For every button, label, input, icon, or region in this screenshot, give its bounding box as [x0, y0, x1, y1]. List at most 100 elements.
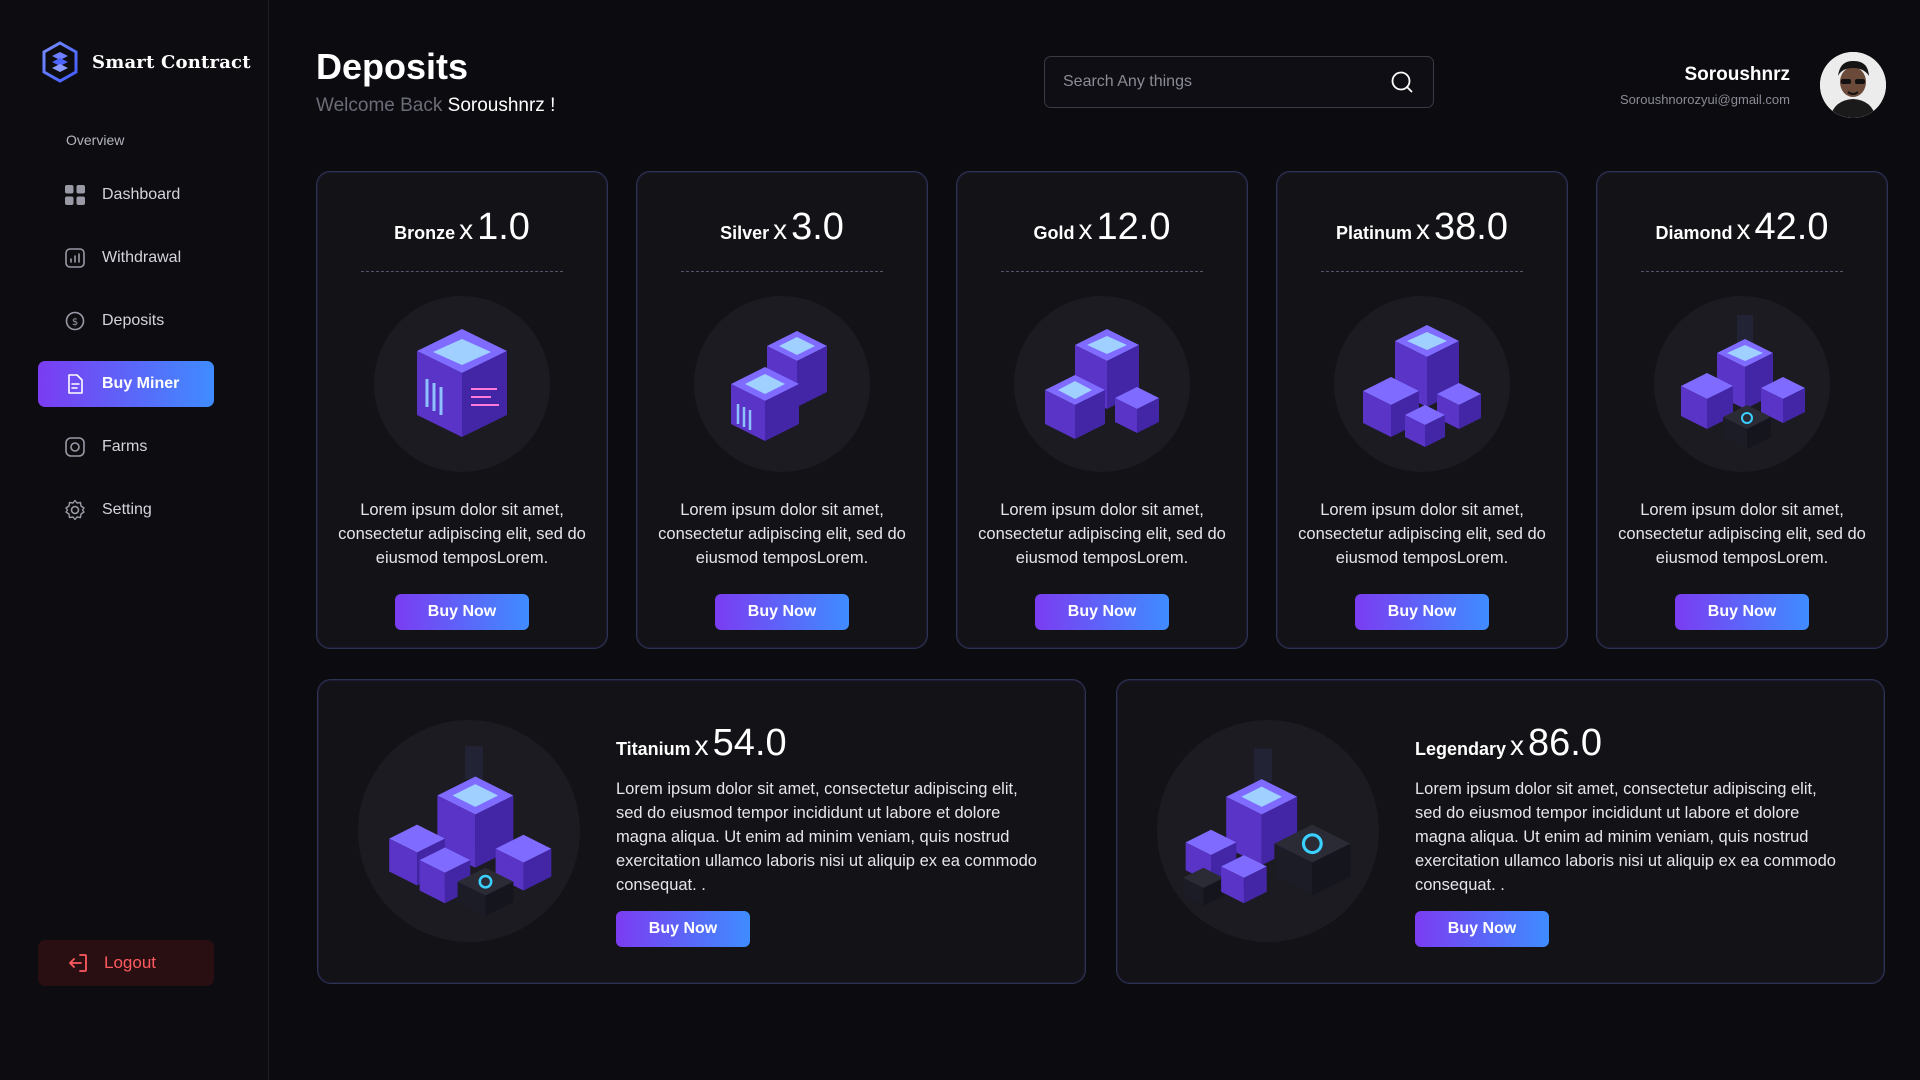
miner-cubes-icon: [1363, 325, 1481, 447]
divider: [1001, 271, 1203, 272]
brand[interactable]: Smart Contract: [38, 40, 251, 84]
miner-illustration: [1014, 296, 1190, 472]
tier-name: Silver: [720, 223, 770, 243]
sidebar-item-farms[interactable]: Farms: [38, 424, 214, 470]
divider: [1641, 271, 1843, 272]
sidebar-item-buy-miner[interactable]: Buy Miner: [38, 361, 214, 407]
sidebar-item-label: Buy Miner: [102, 375, 180, 392]
tier-description: Lorem ipsum dolor sit amet, consectetur …: [978, 501, 1226, 567]
tier-card-diamond: Diamond x 42.0 Lorem ipsum dolor sit ame…: [1596, 171, 1888, 649]
buy-now-button[interactable]: Buy Now: [1415, 911, 1549, 947]
tier-name: Legendary: [1415, 739, 1507, 759]
avatar[interactable]: [1820, 52, 1886, 118]
sidebar-item-dashboard[interactable]: Dashboard: [38, 172, 214, 218]
wide-tier-cards-row: Titanium x 54.0 Lorem ipsum dolor sit am…: [317, 679, 1885, 984]
tier-card-legendary: Legendary x 86.0 Lorem ipsum dolor sit a…: [1116, 679, 1885, 984]
miner-cubes-icon: [1183, 748, 1351, 906]
miner-illustration: [1334, 296, 1510, 472]
tier-card-gold: Gold x 12.0 Lorem ipsum dolor sit amet, …: [956, 171, 1248, 649]
brand-name: Smart Contract: [92, 51, 251, 73]
tier-multiplier: 42.0: [1754, 206, 1829, 248]
welcome-prefix: Welcome Back: [316, 95, 443, 116]
tier-heading: Diamond x 42.0: [1656, 206, 1829, 249]
sidebar-item-setting[interactable]: Setting: [38, 487, 214, 533]
tier-x: x: [1416, 214, 1431, 245]
search-box: [1044, 56, 1434, 108]
grid-icon: [65, 185, 85, 205]
tier-description: Lorem ipsum dolor sit amet, consectetur …: [338, 501, 586, 567]
user-info: Soroushnrz Soroushnorozyui@gmail.com: [1620, 64, 1790, 107]
tier-x: x: [1078, 214, 1093, 245]
sidebar-item-label: Farms: [102, 438, 148, 455]
miner-illustration: [1157, 720, 1379, 942]
welcome-name: Soroushnrz !: [447, 95, 556, 116]
buy-now-button[interactable]: Buy Now: [395, 594, 529, 630]
chart-icon: [65, 248, 85, 268]
tier-x: x: [773, 214, 788, 245]
gear-icon: [65, 499, 85, 521]
tier-multiplier: 38.0: [1434, 206, 1508, 248]
logout-icon: [69, 954, 87, 972]
tier-card-platinum: Platinum x 38.0 Lorem ipsum dolor sit am…: [1276, 171, 1568, 649]
tier-x: x: [459, 214, 474, 245]
divider: [1321, 271, 1523, 272]
tier-name: Gold: [1033, 223, 1075, 243]
document-icon: [68, 374, 83, 394]
user-email: Soroushnorozyui@gmail.com: [1620, 92, 1790, 107]
tier-heading: Legendary x 86.0: [1415, 722, 1845, 765]
target-icon: [65, 437, 85, 457]
tier-heading: Platinum x 38.0: [1336, 206, 1508, 249]
search-input[interactable]: [1063, 73, 1389, 91]
tier-multiplier: 54.0: [712, 722, 787, 764]
tier-description: Lorem ipsum dolor sit amet, consectetur …: [1618, 501, 1866, 567]
tier-x: x: [1736, 214, 1751, 245]
buy-now-button[interactable]: Buy Now: [1675, 594, 1809, 630]
tier-card-titanium: Titanium x 54.0 Lorem ipsum dolor sit am…: [317, 679, 1086, 984]
sidebar-item-label: Setting: [102, 501, 152, 518]
tier-name: Bronze: [394, 223, 456, 243]
tier-heading: Gold x 12.0: [1034, 206, 1171, 249]
tier-multiplier: 1.0: [477, 206, 530, 248]
svg-text:$: $: [72, 317, 78, 328]
tier-multiplier: 3.0: [791, 206, 844, 248]
tier-description: Lorem ipsum dolor sit amet, consectetur …: [616, 780, 1037, 894]
buy-now-button[interactable]: Buy Now: [715, 594, 849, 630]
sidebar-item-withdrawal[interactable]: Withdrawal: [38, 235, 214, 281]
tier-name: Diamond: [1655, 223, 1733, 243]
buy-now-button[interactable]: Buy Now: [1035, 594, 1169, 630]
tier-multiplier: 86.0: [1528, 722, 1602, 764]
logout-button[interactable]: Logout: [38, 940, 214, 986]
hexagon-logo-icon: [42, 41, 78, 83]
page-title: Deposits: [316, 46, 469, 87]
avatar-portrait-icon: [1820, 52, 1886, 118]
miner-illustration: [358, 720, 580, 942]
coin-icon: $: [65, 311, 85, 331]
divider: [681, 271, 883, 272]
miner-cubes-icon: [1045, 329, 1159, 439]
sidebar-item-deposits[interactable]: $ Deposits: [38, 298, 214, 344]
tier-name: Titanium: [616, 739, 691, 759]
tier-description: Lorem ipsum dolor sit amet, consectetur …: [658, 501, 906, 567]
user-name: Soroushnrz: [1684, 64, 1790, 85]
wide-card-body: Titanium x 54.0 Lorem ipsum dolor sit am…: [616, 722, 1046, 947]
tier-multiplier: 12.0: [1096, 206, 1171, 248]
tier-description: Lorem ipsum dolor sit amet, consectetur …: [1298, 501, 1546, 567]
tier-cards-row: Bronze x 1.0 Lorem ipsum dolor sit amet,…: [316, 171, 1888, 649]
miner-cubes-icon: [731, 331, 827, 441]
buy-now-button[interactable]: Buy Now: [616, 911, 750, 947]
divider: [361, 271, 563, 272]
miner-illustration: [694, 296, 870, 472]
sidebar: Smart Contract Overview Dashboard Withdr…: [0, 0, 269, 1080]
miner-illustration: [374, 296, 550, 472]
buy-now-button[interactable]: Buy Now: [1355, 594, 1489, 630]
welcome-message: Welcome Back Soroushnrz !: [316, 95, 555, 117]
tier-heading: Bronze x 1.0: [394, 206, 530, 249]
sidebar-item-label: Withdrawal: [102, 249, 182, 266]
section-label-overview: Overview: [66, 132, 125, 148]
tier-heading: Titanium x 54.0: [616, 722, 1046, 765]
miner-cubes-icon: [1681, 315, 1805, 449]
tier-x: x: [694, 730, 709, 761]
tier-description: Lorem ipsum dolor sit amet, consectetur …: [1415, 780, 1836, 894]
tier-card-bronze: Bronze x 1.0 Lorem ipsum dolor sit amet,…: [316, 171, 608, 649]
search-icon[interactable]: [1389, 69, 1415, 95]
